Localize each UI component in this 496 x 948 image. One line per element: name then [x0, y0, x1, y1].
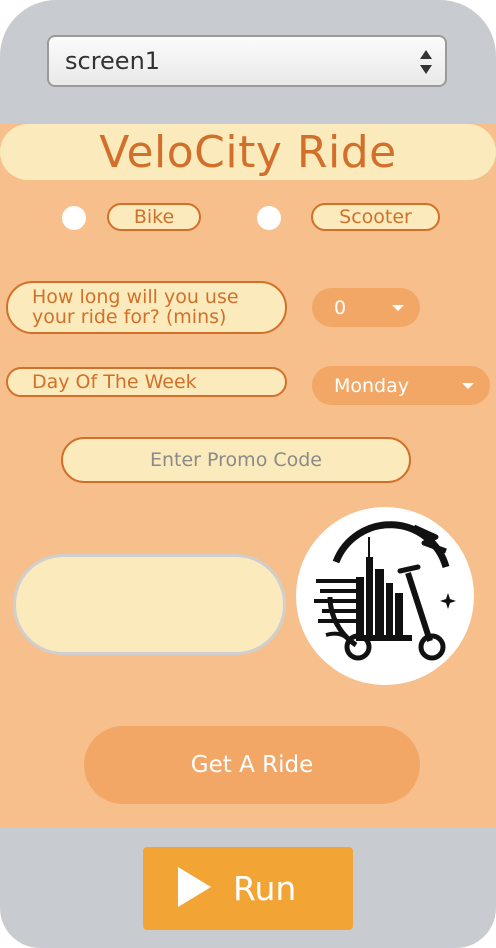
title-bar: VeloCity Ride	[0, 124, 496, 180]
bike-label: Bike	[107, 203, 201, 231]
result-output-box	[13, 554, 286, 655]
chevron-down-icon	[462, 383, 474, 389]
scooter-city-logo-icon	[296, 507, 474, 685]
screen-selector-value: screen1	[65, 47, 161, 75]
app-title: VeloCity Ride	[99, 126, 397, 178]
duration-value: 0	[334, 296, 347, 319]
play-icon	[175, 865, 213, 913]
scooter-label: Scooter	[311, 203, 440, 231]
get-a-ride-button[interactable]: Get A Ride	[84, 726, 420, 804]
day-dropdown[interactable]: Monday	[312, 366, 490, 405]
duration-dropdown[interactable]: 0	[312, 288, 420, 327]
duration-question-label: How long will you use your ride for? (mi…	[6, 281, 287, 334]
bike-radio[interactable]	[62, 206, 86, 230]
screen-selector-dropdown[interactable]: screen1	[47, 35, 447, 87]
promo-code-input[interactable]	[61, 437, 411, 483]
scooter-radio[interactable]	[257, 206, 281, 230]
chevron-down-icon	[392, 305, 404, 311]
run-button[interactable]: Run	[143, 847, 353, 930]
device-frame: screen1 VeloCity Ride Bike Scooter How l…	[0, 0, 496, 948]
run-label: Run	[233, 869, 297, 908]
up-down-arrows-icon	[419, 49, 433, 79]
app-screen: VeloCity Ride Bike Scooter How long will…	[0, 124, 496, 827]
day-value: Monday	[334, 374, 410, 397]
day-question-label: Day Of The Week	[6, 367, 287, 397]
